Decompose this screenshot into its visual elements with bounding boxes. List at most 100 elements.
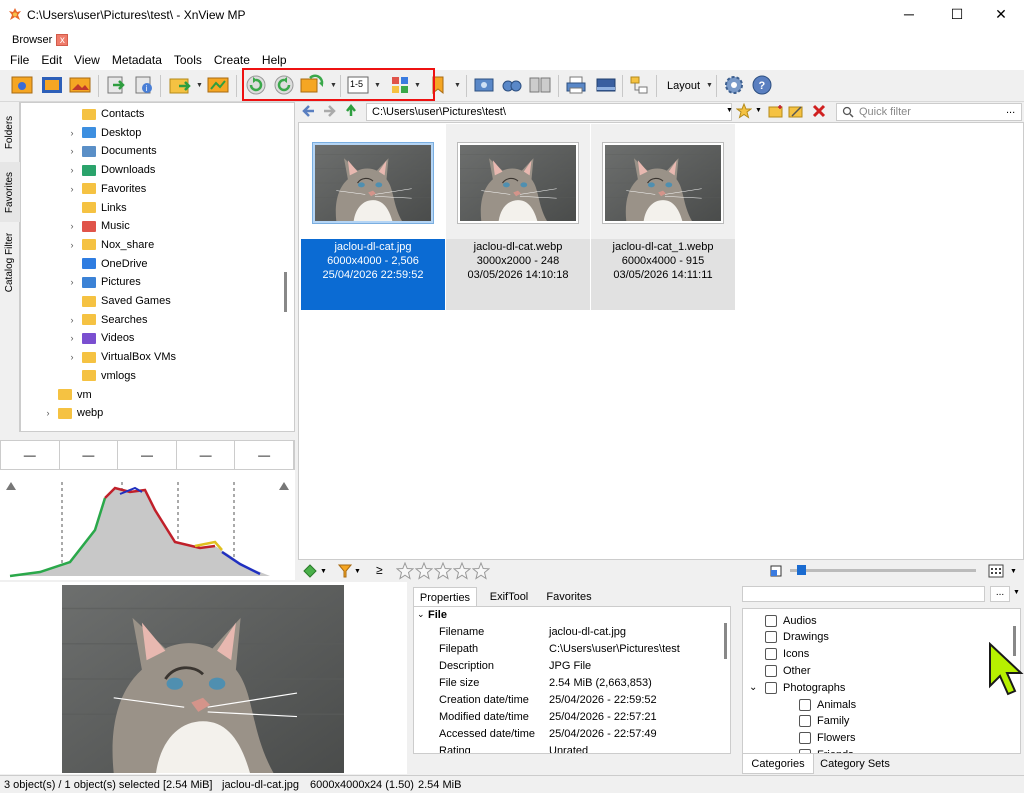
thumbnail-item[interactable]: jaclou-dl-cat_1.webp 6000x4000 - 915 03/05… bbox=[591, 124, 735, 310]
thumbnail-image[interactable] bbox=[602, 142, 724, 224]
menu-file[interactable]: File bbox=[4, 53, 35, 67]
view-options-icon[interactable] bbox=[988, 564, 1004, 578]
back-arrow-icon[interactable] bbox=[302, 104, 316, 118]
folder-tree-item[interactable]: › Searches bbox=[67, 311, 148, 329]
bookmark-dropdown-icon[interactable]: ▼ bbox=[454, 82, 461, 89]
tree-view-icon[interactable] bbox=[628, 73, 652, 97]
category-item[interactable]: Family bbox=[783, 713, 849, 730]
category-checkbox[interactable] bbox=[765, 664, 777, 677]
expand-chevron-icon[interactable]: ⌄ bbox=[749, 682, 765, 693]
layout-dropdown-icon[interactable]: ▼ bbox=[706, 82, 713, 89]
rating-star-icon[interactable] bbox=[396, 562, 414, 580]
menu-tools[interactable]: Tools bbox=[168, 53, 208, 67]
folder-tree-item[interactable]: › Nox_share bbox=[67, 236, 155, 254]
collapse-chevron-icon[interactable]: ⌄ bbox=[417, 609, 425, 620]
print-icon[interactable] bbox=[564, 73, 588, 97]
settings-gear-icon[interactable] bbox=[722, 73, 746, 97]
help-icon[interactable]: ? bbox=[750, 73, 774, 97]
folder-tree-item[interactable]: › Videos bbox=[67, 329, 135, 347]
tab-close-icon[interactable]: x bbox=[56, 33, 69, 46]
property-row[interactable]: Description JPG File bbox=[414, 658, 724, 675]
find-icon[interactable] bbox=[500, 73, 524, 97]
view-options-dropdown-icon[interactable]: ▼ bbox=[1010, 568, 1017, 575]
tab-catalog-filter[interactable]: Catalog Filter bbox=[0, 222, 20, 302]
category-item[interactable]: Other bbox=[749, 662, 811, 679]
category-more-button[interactable]: ... bbox=[990, 586, 1010, 602]
move-to-dropdown-icon[interactable]: ▼ bbox=[196, 82, 203, 89]
filter-funnel-icon[interactable] bbox=[338, 563, 352, 579]
rotate-left-icon[interactable] bbox=[244, 73, 268, 97]
category-item[interactable]: Drawings bbox=[749, 629, 829, 646]
properties-scrollbar[interactable] bbox=[724, 623, 727, 659]
menu-create[interactable]: Create bbox=[208, 53, 256, 67]
tab-favorites[interactable]: Favorites bbox=[0, 162, 20, 222]
expand-chevron-icon[interactable]: › bbox=[67, 184, 77, 194]
folder-tree-item[interactable]: vm bbox=[43, 386, 92, 404]
property-row[interactable]: Filename jaclou-dl-cat.jpg bbox=[414, 624, 724, 641]
import-icon[interactable] bbox=[104, 73, 128, 97]
thumbnail-item[interactable]: jaclou-dl-cat.webp 3000x2000 - 248 03/05/2… bbox=[446, 124, 590, 310]
compare-icon[interactable] bbox=[528, 73, 552, 97]
folder-tree-item[interactable]: › Documents bbox=[67, 142, 157, 160]
menu-view[interactable]: View bbox=[68, 53, 106, 67]
folder-tree-item[interactable]: › Pictures bbox=[67, 273, 141, 291]
category-checkbox[interactable] bbox=[765, 614, 777, 627]
thumbnail-image[interactable] bbox=[457, 142, 579, 224]
category-item[interactable]: Audios bbox=[749, 612, 817, 629]
quick-filter-input[interactable]: Quick filter bbox=[836, 103, 1022, 121]
tab-exiftool[interactable]: ExifTool bbox=[479, 587, 539, 607]
layout-button[interactable]: Layout bbox=[667, 80, 700, 92]
rating-star-icon[interactable] bbox=[415, 562, 433, 580]
capture-icon[interactable] bbox=[472, 73, 496, 97]
rename-icon[interactable] bbox=[788, 104, 804, 118]
maximize-button[interactable]: ☐ bbox=[934, 0, 980, 28]
expand-chevron-icon[interactable]: › bbox=[67, 128, 77, 138]
parent-folder-icon[interactable] bbox=[344, 104, 358, 118]
thumbnail-item[interactable]: jaclou-dl-cat.jpg 6000x4000 - 2,506 25/04/… bbox=[301, 124, 445, 310]
folder-tree-item[interactable]: Saved Games bbox=[67, 292, 171, 310]
tab-browser[interactable]: Browser x bbox=[6, 30, 73, 49]
thumbnail-image[interactable] bbox=[312, 142, 434, 224]
delete-icon[interactable] bbox=[812, 104, 826, 118]
folder-tree-item[interactable]: › Favorites bbox=[67, 180, 147, 198]
path-input[interactable]: C:\Users\user\Pictures\test\ bbox=[366, 103, 732, 121]
folder-tree-item[interactable]: › Downloads bbox=[67, 161, 156, 179]
scan-icon[interactable] bbox=[594, 73, 618, 97]
rotate-multiple-icon[interactable] bbox=[300, 73, 324, 97]
view-mode-icon[interactable] bbox=[388, 73, 412, 97]
menu-metadata[interactable]: Metadata bbox=[106, 53, 168, 67]
page-dropdown-icon[interactable]: ▼ bbox=[374, 82, 381, 89]
category-more-dropdown-icon[interactable]: ▼ bbox=[1013, 589, 1020, 596]
property-row[interactable]: Creation date/time 25/04/2026 - 22:59:52 bbox=[414, 692, 724, 709]
category-item[interactable]: Friends bbox=[783, 746, 854, 753]
expand-chevron-icon[interactable]: › bbox=[67, 352, 77, 362]
view-mode-dropdown-icon[interactable]: ▼ bbox=[414, 82, 421, 89]
folder-tree-item[interactable]: › Music bbox=[67, 217, 130, 235]
folder-tree-item[interactable]: › webp bbox=[43, 404, 104, 422]
category-checkbox[interactable] bbox=[765, 631, 777, 644]
close-window-button[interactable]: ✕ bbox=[978, 0, 1024, 28]
thumbnail-size-icon[interactable] bbox=[770, 565, 782, 577]
tab-category-sets[interactable]: Category Sets bbox=[818, 754, 892, 774]
property-row[interactable]: Modified date/time 25/04/2026 - 22:57:21 bbox=[414, 709, 724, 726]
new-folder-icon[interactable] bbox=[768, 104, 784, 118]
rating-star-icon[interactable] bbox=[453, 562, 471, 580]
folder-tree-item[interactable]: vmlogs bbox=[67, 367, 136, 385]
folder-tree-item[interactable]: › Desktop bbox=[67, 124, 142, 142]
property-row[interactable]: Filepath C:\Users\user\Pictures\test bbox=[414, 641, 724, 658]
tab-favorites-props[interactable]: Favorites bbox=[539, 587, 599, 607]
category-checkbox[interactable] bbox=[765, 681, 777, 694]
zoom-slider-handle[interactable] bbox=[797, 565, 806, 575]
expand-chevron-icon[interactable]: › bbox=[67, 240, 77, 250]
rating-star-icon[interactable] bbox=[434, 562, 452, 580]
category-checkbox[interactable] bbox=[799, 732, 811, 745]
batch-convert-icon[interactable] bbox=[206, 73, 230, 97]
path-dropdown-icon[interactable]: ▼ bbox=[726, 107, 733, 114]
folder-tree-item[interactable]: Contacts bbox=[67, 105, 144, 123]
page-selector-icon[interactable]: 1-5 bbox=[346, 73, 370, 97]
tag-filter-dropdown-icon[interactable]: ▼ bbox=[320, 568, 327, 575]
category-item[interactable]: Animals bbox=[783, 696, 856, 713]
forward-arrow-icon[interactable] bbox=[322, 104, 336, 118]
slideshow-icon[interactable] bbox=[68, 73, 92, 97]
expand-chevron-icon[interactable]: › bbox=[43, 408, 53, 418]
